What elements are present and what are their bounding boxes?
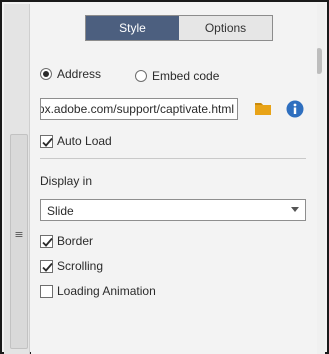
embed-code-radio-option[interactable]: Embed code	[135, 69, 219, 83]
scrolling-label: Scrolling	[57, 259, 104, 273]
tab-options[interactable]: Options	[179, 16, 272, 40]
border-checkbox[interactable]	[40, 234, 53, 248]
tab-bar: Style Options	[85, 15, 273, 41]
loading-animation-label: Loading Animation	[57, 284, 156, 298]
panel-resize-handle[interactable]: ≡	[10, 134, 28, 349]
grip-icon: ≡	[14, 228, 24, 241]
auto-load-checkbox[interactable]	[40, 134, 53, 148]
scrolling-checkbox[interactable]	[40, 259, 53, 273]
url-address-field[interactable]: http://helpx.adobe.com/support/captivate…	[40, 98, 238, 120]
scrolling-option[interactable]: Scrolling	[40, 259, 103, 273]
properties-window: ≡ Style Options Address Embed code http:…	[0, 0, 329, 354]
auto-load-label: Auto Load	[57, 134, 112, 148]
tab-style[interactable]: Style	[86, 16, 179, 40]
web-object-properties-panel: Style Options Address Embed code http://…	[31, 4, 317, 354]
display-in-label: Display in	[40, 174, 93, 188]
display-in-dropdown[interactable]: Slide	[40, 199, 306, 221]
url-address-value: http://helpx.adobe.com/support/captivate…	[41, 102, 234, 116]
border-option[interactable]: Border	[40, 234, 93, 248]
auto-load-option[interactable]: Auto Load	[40, 134, 112, 148]
display-in-selected-value: Slide	[47, 204, 74, 218]
folder-icon[interactable]	[254, 100, 272, 116]
info-icon[interactable]	[286, 100, 304, 118]
border-label: Border	[57, 234, 94, 248]
embed-code-radio[interactable]	[135, 70, 147, 82]
address-radio-option[interactable]: Address	[40, 67, 101, 81]
left-collapse-strip: ≡	[4, 4, 30, 354]
loading-animation-option[interactable]: Loading Animation	[40, 284, 156, 298]
loading-animation-checkbox[interactable]	[40, 284, 53, 298]
address-radio[interactable]	[40, 68, 52, 80]
chevron-down-icon	[291, 207, 299, 212]
section-divider	[40, 158, 306, 159]
embed-code-radio-label: Embed code	[152, 69, 220, 83]
address-radio-label: Address	[57, 67, 102, 81]
